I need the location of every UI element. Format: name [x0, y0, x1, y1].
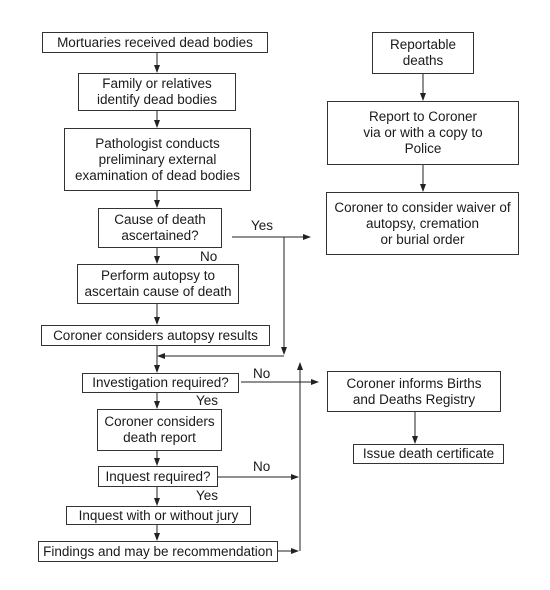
node-reportable-deaths: Reportable deaths: [372, 32, 474, 74]
node-findings: Findings and may be recommendation: [38, 541, 278, 562]
node-perform-autopsy: Perform autopsy to ascertain cause of de…: [77, 264, 239, 304]
node-coroner-autopsy-results: Coroner considers autopsy results: [41, 325, 270, 346]
label-inquest-yes: Yes: [196, 488, 219, 503]
node-inquest-jury: Inquest with or without jury: [66, 506, 251, 525]
node-inquest-required: Inquest required?: [98, 466, 218, 487]
label-investigation-no: No: [253, 366, 271, 381]
label-investigation-yes: Yes: [196, 393, 219, 408]
node-coroner-waiver: Coroner to consider waiver of autopsy, c…: [326, 192, 519, 255]
label-cause-yes: Yes: [251, 218, 274, 233]
label-cause-no: No: [200, 249, 218, 264]
node-coroner-informs-registry: Coroner informs Births and Deaths Regist…: [327, 371, 501, 412]
node-pathologist: Pathologist conducts preliminary externa…: [64, 128, 251, 191]
node-family-identify: Family or relatives identify dead bodies: [78, 73, 236, 111]
node-investigation-required: Investigation required?: [82, 373, 239, 393]
node-coroner-death-report: Coroner considers death report: [97, 409, 222, 451]
node-issue-certificate: Issue death certificate: [353, 444, 504, 464]
label-inquest-no: No: [253, 459, 271, 474]
node-cause-ascertained: Cause of death ascertained?: [98, 208, 222, 248]
node-report-to-coroner: Report to Coroner via or with a copy to …: [327, 101, 519, 165]
node-mortuaries: Mortuaries received dead bodies: [42, 32, 268, 53]
